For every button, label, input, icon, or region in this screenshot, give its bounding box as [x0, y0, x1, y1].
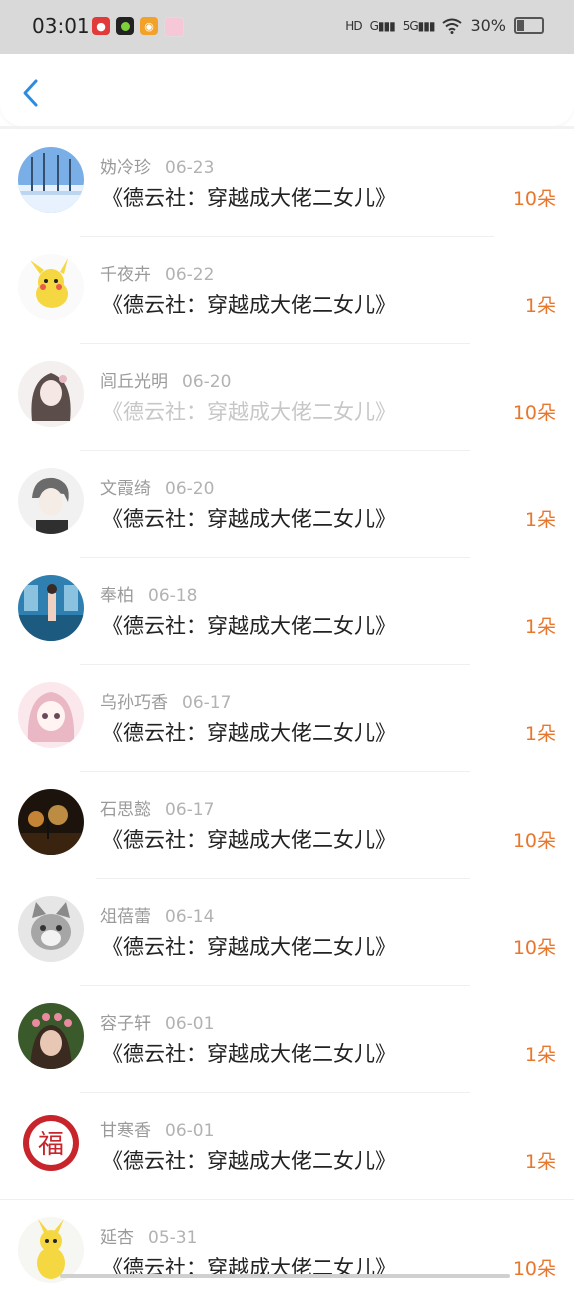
gift-date: 06-22 [165, 265, 215, 285]
user-name-line: 文霞绮 06-20 [100, 474, 214, 499]
flower-amount: 10朵 [512, 188, 556, 210]
hd-icon: HD [345, 18, 362, 33]
user-name-line: 容子轩 06-01 [100, 1009, 214, 1034]
user-name: 延杏 [100, 1228, 134, 1248]
book-title: 《德云社：穿越成大佬二女儿》 [102, 507, 396, 531]
user-name: 甘寒香 [100, 1121, 151, 1141]
flower-amount: 1朵 [524, 616, 556, 638]
list-item[interactable]: 闾丘光明 06-20 《德云社：穿越成大佬二女儿》 10朵 [0, 344, 574, 451]
svg-text:福: 福 [38, 1130, 64, 1160]
gift-date: 06-23 [165, 158, 215, 178]
user-name-line: 乌孙巧香 06-17 [100, 688, 231, 713]
book-title: 《德云社：穿越成大佬二女儿》 [102, 1149, 396, 1173]
gift-date: 06-14 [165, 907, 215, 927]
book-title: 《德云社：穿越成大佬二女儿》 [102, 186, 396, 210]
list-item[interactable]: 乌孙巧香 06-17 《德云社：穿越成大佬二女儿》 1朵 [0, 665, 574, 772]
gift-date: 06-17 [165, 800, 215, 820]
avatar[interactable] [18, 896, 84, 962]
app-notification-icon [164, 17, 184, 37]
status-time: 03:01 [32, 14, 90, 38]
gift-date: 06-20 [182, 372, 232, 392]
flower-amount: 10朵 [512, 937, 556, 959]
gift-date: 06-01 [165, 1014, 215, 1034]
avatar[interactable] [18, 575, 84, 641]
user-name: 容子轩 [100, 1014, 151, 1034]
user-name: 闾丘光明 [100, 372, 168, 392]
avatar[interactable] [18, 789, 84, 855]
user-name: 乌孙巧香 [100, 693, 168, 713]
system-icons: HD G▮▮▮ 5G▮▮▮ 30% [345, 16, 544, 35]
gift-record-list: 妫冷珍 06-23 《德云社：穿越成大佬二女儿》 10朵 千夜卉 06-22 《德云社：穿越… [0, 130, 574, 1307]
user-name-line: 延杏 05-31 [100, 1223, 197, 1248]
flower-amount: 1朵 [524, 509, 556, 531]
weibo-icon: ◉ [140, 17, 158, 35]
app-notification-icon: ● [92, 17, 110, 35]
list-item[interactable]: 俎蓓蕾 06-14 《德云社：穿越成大佬二女儿》 10朵 [0, 879, 574, 986]
back-icon[interactable] [20, 78, 42, 108]
list-item[interactable]: 千夜卉 06-22 《德云社：穿越成大佬二女儿》 1朵 [0, 237, 574, 344]
flower-amount: 10朵 [512, 830, 556, 852]
top-bar [0, 54, 574, 126]
user-name-line: 甘寒香 06-01 [100, 1116, 214, 1141]
avatar[interactable] [18, 254, 84, 320]
flower-amount: 1朵 [524, 723, 556, 745]
gift-date: 06-20 [165, 479, 215, 499]
gift-date: 06-17 [182, 693, 232, 713]
list-item[interactable]: 奉柏 06-18 《德云社：穿越成大佬二女儿》 1朵 [0, 558, 574, 665]
list-item[interactable]: 延杏 05-31 《德云社：穿越成大佬二女儿》 10朵 [0, 1200, 574, 1307]
gift-date: 05-31 [148, 1228, 198, 1248]
book-title: 《德云社：穿越成大佬二女儿》 [102, 1042, 396, 1066]
avatar[interactable] [18, 682, 84, 748]
signal-5g-icon: 5G▮▮▮ [402, 18, 436, 33]
home-indicator [60, 1274, 510, 1278]
book-title: 《德云社：穿越成大佬二女儿》 [102, 828, 396, 852]
user-name: 文霞绮 [100, 479, 151, 499]
flower-amount: 1朵 [524, 1151, 556, 1173]
book-title: 《德云社：穿越成大佬二女儿》 [102, 614, 396, 638]
book-title: 《德云社：穿越成大佬二女儿》 [102, 721, 396, 745]
flower-amount: 1朵 [524, 1044, 556, 1066]
user-name-line: 俎蓓蕾 06-14 [100, 902, 214, 927]
flower-amount: 10朵 [512, 402, 556, 424]
notification-icons: ● ◉ [92, 17, 184, 37]
gift-date: 06-01 [165, 1121, 215, 1141]
list-item[interactable]: 福 甘寒香 06-01 《德云社：穿越成大佬二女儿》 1朵 [0, 1093, 574, 1200]
user-name-line: 闾丘光明 06-20 [100, 367, 231, 392]
user-name: 石思懿 [100, 800, 151, 820]
flower-amount: 1朵 [524, 295, 556, 317]
status-bar: 03:01 ● ◉ HD G▮▮▮ 5G▮▮▮ 30% [0, 0, 574, 54]
user-name: 千夜卉 [100, 265, 151, 285]
list-item[interactable]: 容子轩 06-01 《德云社：穿越成大佬二女儿》 1朵 [0, 986, 574, 1093]
user-name-line: 千夜卉 06-22 [100, 260, 214, 285]
header-divider [0, 126, 574, 129]
flower-amount: 10朵 [512, 1258, 556, 1280]
list-item[interactable]: 文霞绮 06-20 《德云社：穿越成大佬二女儿》 1朵 [0, 451, 574, 558]
user-name-line: 石思懿 06-17 [100, 795, 214, 820]
wifi-icon [442, 18, 463, 34]
avatar[interactable] [18, 1003, 84, 1069]
book-title: 《德云社：穿越成大佬二女儿》 [102, 293, 396, 317]
avatar[interactable] [18, 147, 84, 213]
book-title: 《德云社：穿越成大佬二女儿》 [102, 400, 396, 424]
book-title: 《德云社：穿越成大佬二女儿》 [102, 935, 396, 959]
signal-icon: G▮▮▮ [369, 18, 396, 33]
gift-date: 06-18 [148, 586, 198, 606]
avatar[interactable] [18, 361, 84, 427]
user-name: 妫冷珍 [100, 158, 151, 178]
app-notification-icon [116, 17, 134, 35]
list-item[interactable]: 石思懿 06-17 《德云社：穿越成大佬二女儿》 10朵 [0, 772, 574, 879]
user-name: 奉柏 [100, 586, 134, 606]
avatar[interactable] [18, 468, 84, 534]
battery-icon [514, 17, 544, 34]
avatar[interactable]: 福 [18, 1110, 84, 1176]
user-name-line: 奉柏 06-18 [100, 581, 197, 606]
user-name: 俎蓓蕾 [100, 907, 151, 927]
battery-percent: 30% [470, 16, 506, 35]
user-name-line: 妫冷珍 06-23 [100, 153, 214, 178]
list-item[interactable]: 妫冷珍 06-23 《德云社：穿越成大佬二女儿》 10朵 [0, 130, 574, 237]
